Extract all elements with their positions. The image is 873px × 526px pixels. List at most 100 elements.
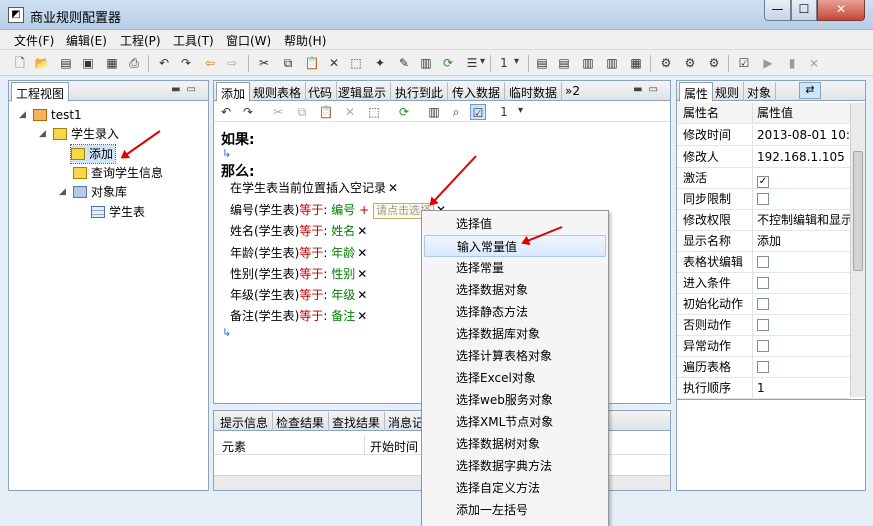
rule-line[interactable]: 年龄(学生表)等于: 年龄 ✕ — [230, 245, 367, 261]
menu-file[interactable]: 文件(F) — [14, 32, 54, 49]
undo-icon[interactable]: ↶ — [218, 104, 234, 120]
remove-icon[interactable]: ✕ — [357, 309, 367, 323]
rule-line[interactable]: 性别(学生表)等于: 性别 ✕ — [230, 266, 367, 282]
forward-arrow-icon[interactable]: ⇨ — [224, 55, 240, 71]
new-file-icon[interactable]: 🗋 — [12, 55, 28, 71]
prop-row[interactable]: 执行顺序 1 — [677, 378, 850, 399]
tree-item-root[interactable]: ◢ test1 — [19, 106, 82, 124]
prop-row[interactable]: 异常动作 — [677, 336, 850, 357]
insert-arrow-icon[interactable]: ↳ — [222, 326, 231, 339]
menu-tools[interactable]: 工具(T) — [173, 32, 214, 49]
plus-operator[interactable]: + — [359, 203, 369, 217]
align-icon[interactable]: ☰ — [464, 55, 480, 71]
open-icon[interactable]: ▤ — [58, 55, 74, 71]
operator[interactable]: 等于 — [299, 224, 323, 238]
field-value[interactable]: 姓名 — [331, 224, 355, 238]
debug2-icon[interactable]: ⚙ — [682, 55, 698, 71]
remove-icon[interactable]: ✕ — [357, 246, 367, 260]
menu-item-select-value[interactable]: 选择值 — [424, 213, 606, 235]
active-checkbox[interactable]: ✓ — [757, 176, 769, 188]
layout2-icon[interactable]: ▤ — [556, 55, 572, 71]
tree-item-add[interactable]: 添加 — [69, 144, 117, 164]
prop-row[interactable]: 同步限制 — [677, 189, 850, 210]
tab-check-results[interactable]: 检查结果 — [272, 412, 330, 431]
iterate-table-checkbox[interactable] — [757, 361, 769, 373]
operator[interactable]: 等于 — [299, 288, 323, 302]
tab-hints[interactable]: 提示信息 — [216, 412, 274, 431]
field-value[interactable]: 性别 — [331, 267, 355, 281]
refresh-icon[interactable]: ⟳ — [440, 55, 456, 71]
field-name[interactable]: 性别(学生表) — [230, 267, 299, 281]
edit-icon[interactable]: ✎ — [396, 55, 412, 71]
else-action-checkbox[interactable] — [757, 319, 769, 331]
remove-icon[interactable]: ✕ — [357, 288, 367, 302]
prop-row[interactable]: 表格状编辑 — [677, 252, 850, 273]
menu-edit[interactable]: 编辑(E) — [66, 32, 107, 49]
field-name[interactable]: 编号(学生表) — [230, 203, 299, 217]
prop-value[interactable]: 192.168.1.105 — [752, 147, 850, 167]
menu-item-select-custom-method[interactable]: 选择自定义方法 — [424, 477, 606, 499]
menu-item-select-db-object[interactable]: 选择数据库对象 — [424, 323, 606, 345]
menu-item-select-web-service[interactable]: 选择web服务对象 — [424, 389, 606, 411]
expand-icon[interactable]: ◢ — [59, 183, 66, 201]
field-name[interactable]: 年级(学生表) — [230, 288, 299, 302]
back-arrow-icon[interactable]: ⇦ — [202, 55, 218, 71]
save-icon[interactable]: ▣ — [80, 55, 96, 71]
delete-icon[interactable]: ✕ — [326, 55, 342, 71]
delete-icon[interactable]: ✕ — [342, 104, 358, 120]
tab-project-view[interactable]: 工程视图 — [11, 82, 70, 102]
rule-line[interactable]: 备注(学生表)等于: 备注 ✕ — [230, 308, 367, 324]
select-icon[interactable]: ⬚ — [366, 104, 382, 120]
paste-icon[interactable]: 📋 — [304, 55, 320, 71]
tab-add[interactable]: 添加 — [216, 82, 251, 102]
cut-icon[interactable]: ✂ — [256, 55, 272, 71]
tab-find-results[interactable]: 查找结果 — [328, 412, 386, 431]
rule-line[interactable]: 姓名(学生表)等于: 姓名 ✕ — [230, 223, 367, 239]
remove-icon[interactable]: ✕ — [357, 267, 367, 281]
count-combo[interactable]: 1 — [496, 104, 512, 120]
prop-value[interactable]: 1 — [752, 378, 850, 398]
init-action-checkbox[interactable] — [757, 298, 769, 310]
prop-row[interactable]: 否则动作 — [677, 315, 850, 336]
tab-temp-data[interactable]: 临时数据 — [505, 82, 563, 101]
panel-window-buttons[interactable]: ▬▭ — [171, 84, 202, 95]
field-value[interactable]: 备注 — [331, 309, 355, 323]
checklist-icon[interactable]: ☑ — [470, 104, 486, 120]
rule-line[interactable]: 年级(学生表)等于: 年级 ✕ — [230, 287, 367, 303]
chevron-down-icon[interactable]: ▾ — [518, 105, 523, 116]
debug3-icon[interactable]: ⚙ — [706, 55, 722, 71]
field-name[interactable]: 姓名(学生表) — [230, 224, 299, 238]
chevron-down-icon[interactable]: ▾ — [480, 56, 485, 67]
stop-icon[interactable]: ⨯ — [806, 55, 822, 71]
tab-overflow[interactable]: »2 — [561, 82, 584, 101]
chart-icon[interactable]: ▮ — [784, 55, 800, 71]
operator[interactable]: 等于 — [299, 267, 323, 281]
field-value[interactable]: 年龄 — [331, 246, 355, 260]
tab-logic-view[interactable]: 逻辑显示 — [334, 82, 392, 101]
menu-item-select-data-object[interactable]: 选择数据对象 — [424, 279, 606, 301]
open-folder-icon[interactable]: 📂 — [34, 55, 50, 71]
menu-item-select-xml-node[interactable]: 选择XML节点对象 — [424, 411, 606, 433]
menu-item-select-static-method[interactable]: 选择静态方法 — [424, 301, 606, 323]
exception-action-checkbox[interactable] — [757, 340, 769, 352]
menu-item-add-left-paren[interactable]: 添加一左括号 — [424, 499, 606, 521]
copy-icon[interactable]: ⧉ — [280, 55, 296, 71]
rule-line-insert[interactable]: 在学生表当前位置插入空记录 ✕ — [230, 180, 398, 196]
layout3-icon[interactable]: ▥ — [580, 55, 596, 71]
wand-icon[interactable]: ✦ — [372, 55, 388, 71]
expand-icon[interactable]: ◢ — [39, 125, 46, 143]
tab-input-data[interactable]: 传入数据 — [448, 82, 506, 101]
select-icon[interactable]: ⬚ — [348, 55, 364, 71]
close-button[interactable]: ✕ — [817, 0, 865, 21]
scrollbar-thumb[interactable] — [853, 151, 863, 271]
tree-item-objlib[interactable]: ◢ 对象库 — [59, 183, 127, 201]
save-all-icon[interactable]: ▦ — [104, 55, 120, 71]
panel-window-buttons[interactable]: ▬▭ — [633, 84, 664, 95]
prop-row[interactable]: 遍历表格 — [677, 357, 850, 378]
menu-item-select-constant[interactable]: 选择常量 — [424, 257, 606, 279]
tree-item-query[interactable]: 查询学生信息 — [73, 164, 163, 182]
undo-icon[interactable]: ↶ — [156, 55, 172, 71]
operator[interactable]: 等于 — [299, 309, 323, 323]
menu-item-select-excel[interactable]: 选择Excel对象 — [424, 367, 606, 389]
expand-icon[interactable]: ◢ — [19, 106, 26, 124]
